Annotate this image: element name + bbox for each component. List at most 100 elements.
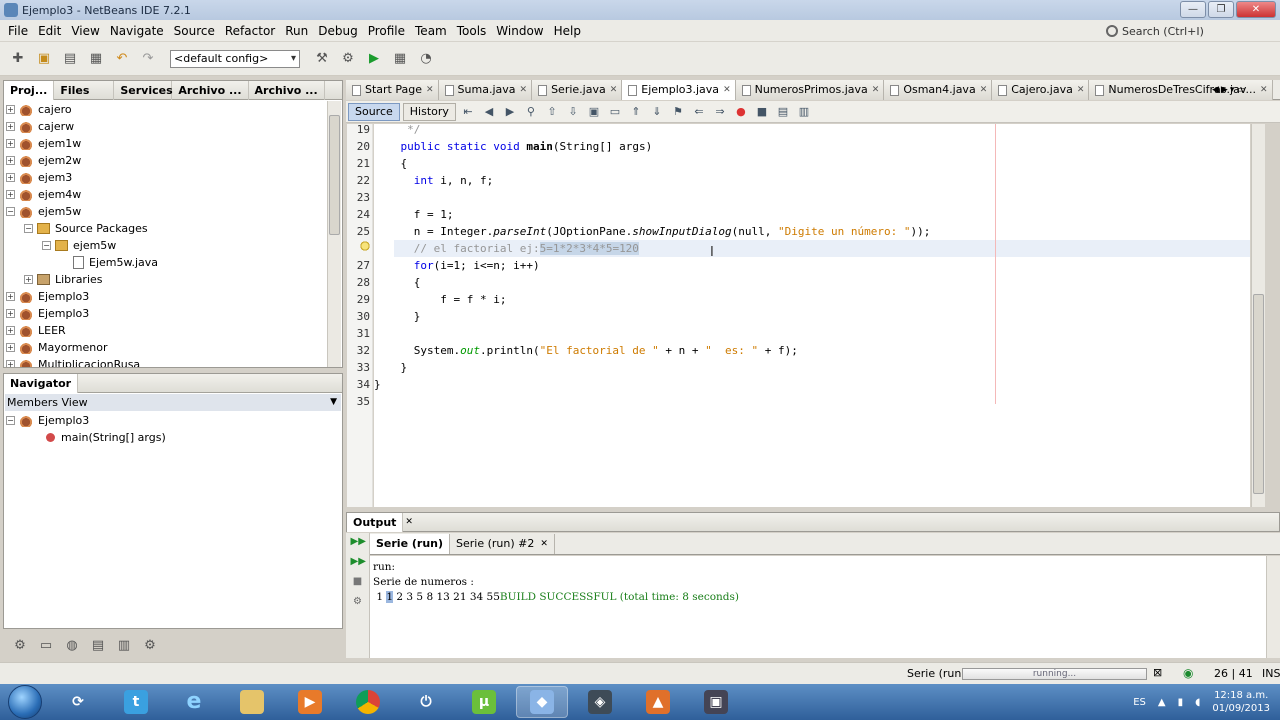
find-next-icon[interactable]: ⇩ [564,104,582,120]
menu-view[interactable]: View [66,24,104,38]
search-box[interactable]: Search (Ctrl+I) [1106,22,1276,40]
close-icon[interactable]: ✕ [426,80,434,100]
expand-icon[interactable]: + [24,275,33,284]
uncomment-icon[interactable]: ▥ [795,104,813,120]
menu-debug[interactable]: Debug [313,24,362,38]
stop-macro-icon[interactable]: ■ [753,104,771,120]
clean-build-icon[interactable]: ⚙ [338,49,358,69]
notification-icon[interactable]: ◉ [1183,666,1193,680]
editor-tab[interactable]: Suma.java ✕ [438,80,533,100]
menu-profile[interactable]: Profile [363,24,410,38]
task-utorrent[interactable]: µ [458,686,510,718]
tree-item[interactable]: + cajero [6,101,326,118]
sort-icon[interactable]: ▥ [114,635,134,655]
task-ie[interactable]: e [168,686,220,718]
task-chrome[interactable] [342,686,394,718]
task-virtualbox[interactable]: ◆ [516,686,568,718]
rectangular-select-icon[interactable]: ▭ [606,104,624,120]
tree-item[interactable]: − ejem5w [6,237,326,254]
start-macro-icon[interactable]: ● [732,104,750,120]
tree-item[interactable]: + ejem1w [6,135,326,152]
menu-refactor[interactable]: Refactor [220,24,280,38]
editor-tab[interactable]: Start Page ✕ [346,80,439,100]
tab-list-icon[interactable]: ▾ [1230,85,1235,95]
editor-tab[interactable]: Cajero.java ✕ [992,80,1090,100]
hint-bulb-icon[interactable] [360,240,370,252]
back-icon[interactable]: ◀ [480,104,498,120]
task-media[interactable]: ▶ [284,686,336,718]
close-output-icon[interactable]: ✕ [405,517,413,527]
output-title[interactable]: Output [347,512,404,532]
menu-file[interactable]: File [3,24,33,38]
show-hidden-icons-icon[interactable]: ▲ [1158,697,1166,708]
shift-left-icon[interactable]: ⇐ [690,104,708,120]
build-hammer-icon[interactable]: ⚒ [312,49,332,69]
code-editor[interactable]: */ public static void main(String[] args… [374,124,1250,507]
minimize-button[interactable]: — [1180,1,1206,18]
save-all-icon[interactable]: ▦ [86,49,106,69]
tree-item[interactable]: + ejem4w [6,186,326,203]
network-icon[interactable]: ▮ [1178,697,1184,708]
scroll-tabs-left-icon[interactable]: ◀ [1212,85,1219,95]
forward-icon[interactable]: ▶ [501,104,519,120]
navigator-title[interactable]: Navigator [4,373,79,393]
expand-icon[interactable]: + [6,105,15,114]
stop-icon[interactable]: ■ [351,575,365,589]
find-previous-icon[interactable]: ⇧ [543,104,561,120]
config-select[interactable]: <default config> [170,49,300,68]
filter-icon[interactable]: ⚙ [10,635,30,655]
editor-scroll-thumb[interactable] [1253,294,1264,494]
tab-projects[interactable]: Proj... [4,80,55,100]
tab-services[interactable]: Services [114,80,173,100]
editor-scrollbar[interactable] [1251,124,1265,507]
tab-serie-run-2[interactable]: Serie (run) #2 ✕ [450,533,555,554]
scroll-tabs-right-icon[interactable]: ▶ [1221,85,1228,95]
editor-tab[interactable]: Serie.java ✕ [532,80,623,100]
navigator-member[interactable]: main(String[] args) [6,429,336,446]
task-netbeans[interactable]: ◈ [574,686,626,718]
tree-item[interactable]: − ejem5w [6,203,326,220]
menu-team[interactable]: Team [410,24,452,38]
expand-icon[interactable]: + [6,173,15,182]
volume-icon[interactable]: ◖ [1195,697,1200,708]
tab-archivo-1[interactable]: Archivo ... [172,80,249,100]
task-explorer[interactable] [226,686,278,718]
cancel-task-icon[interactable]: ⊠ [1153,666,1162,679]
run-icon[interactable]: ▶ [364,49,384,69]
tree-item[interactable]: + ejem2w [6,152,326,169]
last-edit-icon[interactable]: ⇤ [459,104,477,120]
toggle-bookmark-icon[interactable]: ⚑ [669,104,687,120]
open-project-icon[interactable]: ▤ [60,49,80,69]
next-bookmark-icon[interactable]: ⇓ [648,104,666,120]
task-sync[interactable]: ⟳ [52,686,104,718]
projects-scroll-thumb[interactable] [329,115,340,235]
tree-item[interactable]: + Libraries [6,271,326,288]
new-project-icon[interactable]: ▣ [34,49,54,69]
tree-item[interactable]: + Ejemplo3 [6,288,326,305]
projects-scrollbar[interactable] [327,101,341,367]
toggle-highlight-icon[interactable]: ▣ [585,104,603,120]
tab-files[interactable]: Files [54,80,115,100]
expand-icon[interactable]: + [6,156,15,165]
search-input[interactable]: Search (Ctrl+I) [1122,25,1204,38]
tab-archivo-2[interactable]: Archivo ... [249,80,325,100]
collapse-icon[interactable]: − [24,224,33,233]
expand-icon[interactable]: + [6,360,15,367]
menu-run[interactable]: Run [280,24,313,38]
tree-item[interactable]: + MultiplicacionRusa [6,356,326,367]
navigator-class[interactable]: − Ejemplo3 [6,412,336,429]
properties-icon[interactable]: ⚙ [140,635,160,655]
close-icon[interactable]: ✕ [980,80,988,100]
task-other[interactable]: ▣ [690,686,742,718]
tree-item[interactable]: + cajerw [6,118,326,135]
rerun-icon[interactable]: ▶▶ [351,535,366,549]
task-power[interactable]: ⏻ [400,686,452,718]
close-button[interactable]: ✕ [1236,1,1276,18]
close-icon[interactable]: ✕ [1077,80,1085,100]
menu-window[interactable]: Window [491,24,548,38]
tab-serie-run[interactable]: Serie (run) [370,533,451,554]
menu-tools[interactable]: Tools [452,24,492,38]
menu-navigate[interactable]: Navigate [105,24,169,38]
expand-icon[interactable]: + [6,139,15,148]
language-indicator[interactable]: ES [1133,697,1146,708]
